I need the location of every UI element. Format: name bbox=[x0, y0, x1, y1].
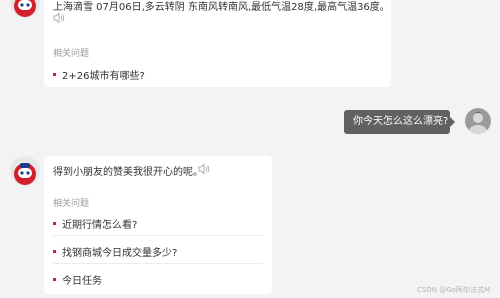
bot-message-2: 得到小朋友的赞美我很开心的呢。 相关问题 近期行情怎么看? 找钢商城今日成交量多… bbox=[44, 156, 272, 294]
divider bbox=[53, 263, 263, 264]
bullet-icon bbox=[53, 278, 56, 281]
related-questions-title: 相关问题 bbox=[53, 199, 90, 209]
user-message: 你今天怎么这么漂亮? bbox=[344, 110, 450, 134]
bullet-icon bbox=[53, 73, 56, 76]
related-question-label: 找钢商城今日成交量多少? bbox=[62, 248, 178, 259]
bot-avatar-icon bbox=[10, 0, 40, 18]
related-question-label: 近期行情怎么看? bbox=[62, 220, 138, 231]
speaker-icon[interactable] bbox=[198, 163, 210, 175]
bot-message-1: 上海滴雪 07月06日,多云转阴 东南风转南风,最低气温28度,最高气温36度。… bbox=[44, 0, 391, 87]
speaker-icon[interactable] bbox=[53, 12, 65, 24]
bot-avatar-icon bbox=[10, 156, 40, 186]
watermark: CSDN @Go阿尔法式M bbox=[417, 286, 490, 294]
bullet-icon bbox=[53, 250, 56, 253]
user-bubble-arrow bbox=[450, 117, 455, 127]
related-question-item[interactable]: 2+26城市有哪些? bbox=[53, 67, 145, 82]
user-avatar-icon bbox=[465, 108, 491, 134]
bot-message-2-text: 得到小朋友的赞美我很开心的呢。 bbox=[53, 167, 203, 178]
related-questions-title: 相关问题 bbox=[53, 49, 90, 59]
related-question-item[interactable]: 今日任务 bbox=[53, 272, 102, 287]
related-question-label: 今日任务 bbox=[62, 276, 102, 287]
divider bbox=[53, 235, 263, 236]
bullet-icon bbox=[53, 222, 56, 225]
related-question-label: 2+26城市有哪些? bbox=[62, 71, 145, 82]
related-question-item[interactable]: 近期行情怎么看? bbox=[53, 216, 137, 231]
bot-message-1-text: 上海滴雪 07月06日,多云转阴 东南风转南风,最低气温28度,最高气温36度。 bbox=[53, 2, 390, 13]
related-question-item[interactable]: 找钢商城今日成交量多少? bbox=[53, 244, 177, 259]
